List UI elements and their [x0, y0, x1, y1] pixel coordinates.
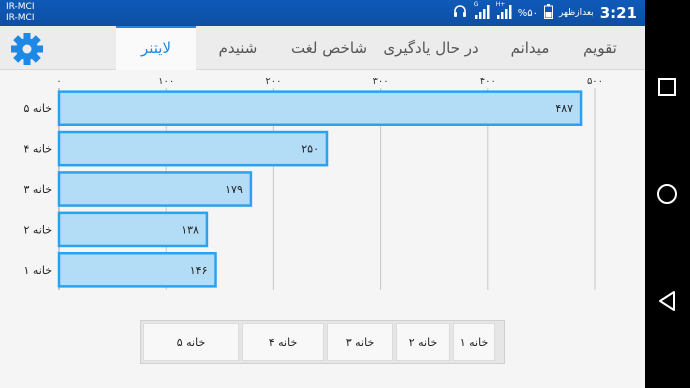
tab-leitner[interactable]: لایتنر: [116, 26, 196, 70]
bar: [57, 171, 253, 207]
settings-button[interactable]: [8, 30, 46, 68]
bar-value-label: ۴۸۷: [555, 102, 573, 115]
tab-word-index[interactable]: شاخص لغت: [283, 26, 375, 70]
home-icon[interactable]: [656, 183, 678, 209]
x-tick-label: ۴۰۰: [480, 78, 496, 87]
category-label: خانه ۴: [23, 143, 52, 156]
bar-value-label: ۱۴۶: [190, 264, 208, 277]
network-type-label-2: H+: [495, 0, 506, 8]
headset-icon: [452, 3, 468, 23]
network-type-label: G: [473, 0, 479, 8]
tab-calendar[interactable]: تقویم: [560, 26, 640, 70]
signal-icon: G: [473, 0, 490, 23]
bar-value-label: ۱۳۸: [181, 223, 199, 236]
tab-bar: تقویم میدانم در حال یادگیری شاخص لغت شنی…: [0, 26, 645, 70]
bar-value-label: ۲۵۰: [301, 143, 319, 156]
x-tick-label: ۳۰۰: [373, 78, 389, 87]
back-icon[interactable]: [657, 290, 677, 316]
x-tick-label: ۲۰۰: [265, 78, 281, 87]
bar-value-label: ۱۷۹: [225, 183, 243, 196]
x-tick-label: ۵۰۰: [587, 78, 603, 87]
carrier-labels: IR-MCI IR-MCI: [6, 2, 35, 24]
app-screen: IR-MCI IR-MCI G H+ %۵۰ بعدازظهر 3:21 تقو…: [0, 0, 645, 388]
recent-apps-icon[interactable]: [657, 77, 677, 101]
leitner-bar-chart: ۰ ۱۰۰ ۲۰۰ ۳۰۰ ۴۰۰ ۵۰۰ ۴۸۷ خانه ۵ ۲۵۰ خانه ۴ ۱۷۹ خان…: [23, 78, 603, 290]
tab-known[interactable]: میدانم: [495, 26, 565, 70]
category-label: خانه ۱: [23, 264, 52, 277]
category-label: خانه ۳: [23, 183, 52, 196]
battery-icon: [543, 3, 553, 23]
carrier-2-label: IR-MCI: [6, 13, 35, 23]
gear-icon: [8, 33, 46, 72]
x-tick-label: ۰: [56, 78, 61, 87]
battery-percent: %۵۰: [517, 7, 538, 19]
box-2-button[interactable]: خانه ۲: [396, 323, 450, 361]
ampm-label: بعدازظهر: [558, 8, 594, 18]
navigation-bar: [645, 0, 690, 388]
bar: [57, 90, 583, 127]
clock: 3:21: [599, 4, 637, 22]
status-icons: G H+ %۵۰ بعدازظهر 3:21: [452, 0, 637, 24]
carrier-1-label: IR-MCI: [6, 2, 35, 12]
category-label: خانه ۵: [23, 102, 52, 115]
category-label: خانه ۲: [23, 223, 52, 236]
x-tick-label: ۱۰۰: [158, 78, 174, 87]
box-5-button[interactable]: خانه ۵: [143, 323, 239, 361]
box-4-button[interactable]: خانه ۴: [242, 323, 324, 361]
tab-learning[interactable]: در حال یادگیری: [372, 26, 490, 70]
box-buttons-bar: خانه ۵ خانه ۴ خانه ۳ خانه ۲ خانه ۱: [140, 320, 505, 364]
box-1-button[interactable]: خانه ۱: [453, 323, 495, 361]
tab-heard[interactable]: شنیدم: [198, 26, 278, 70]
box-3-button[interactable]: خانه ۳: [327, 323, 393, 361]
signal-icon-2: H+: [495, 0, 512, 23]
bar: [57, 130, 329, 167]
status-bar: IR-MCI IR-MCI G H+ %۵۰ بعدازظهر 3:21: [0, 0, 645, 26]
